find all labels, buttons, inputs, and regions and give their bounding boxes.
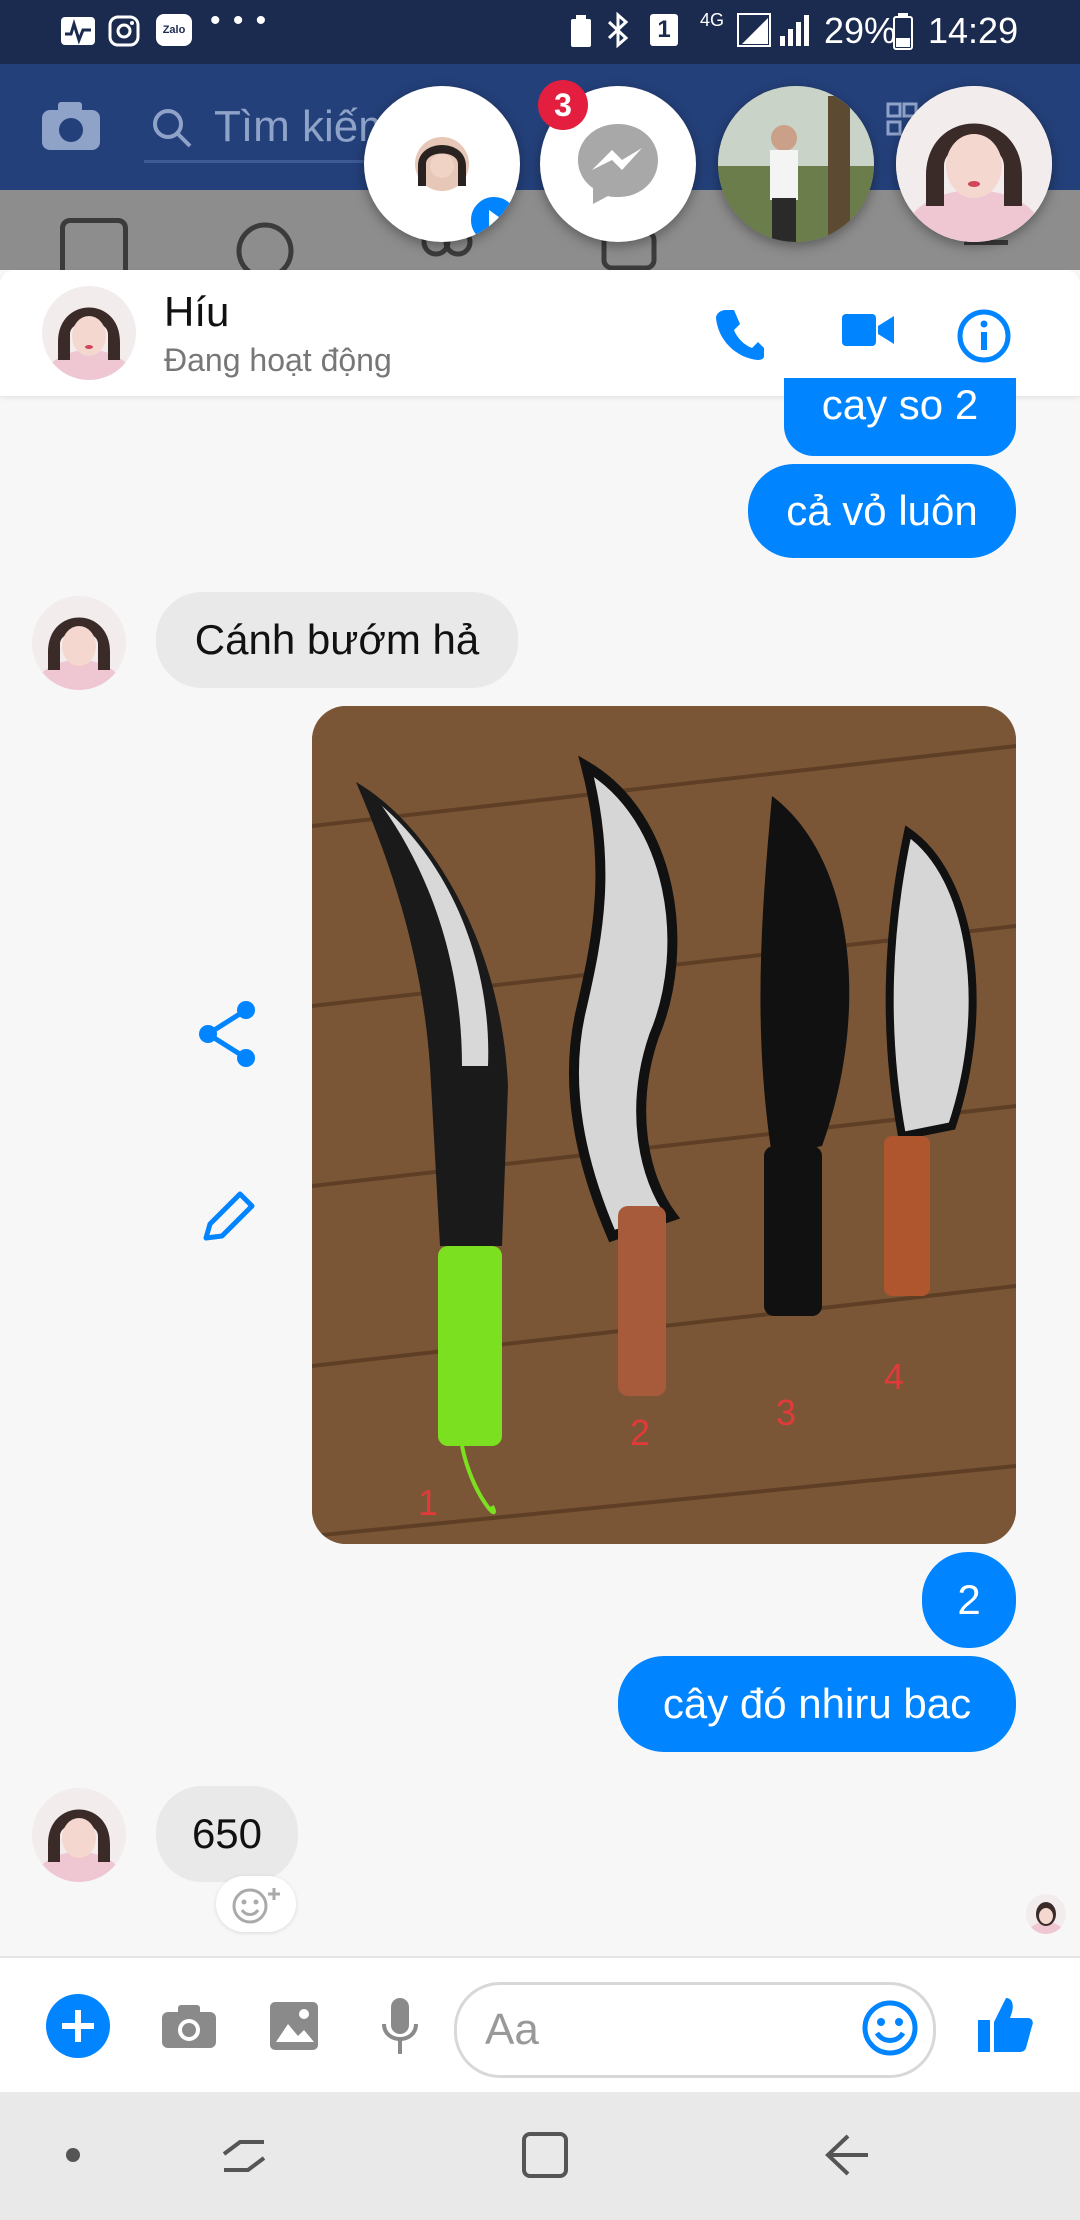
status-bar: Zalo • • • 1 4G 29% 14:29 <box>0 0 1080 64</box>
bluetooth-icon <box>607 12 629 48</box>
photo-label-4: 4 <box>884 1356 905 1397</box>
sim-icon: 1 <box>650 14 678 46</box>
message-incoming[interactable]: 650 <box>156 1786 298 1882</box>
seen-avatar <box>1026 1894 1066 1934</box>
message-outgoing[interactable]: cây đó nhiru bac <box>618 1656 1016 1752</box>
message-outgoing[interactable]: 2 <box>922 1552 1016 1648</box>
system-nav-bar <box>0 2092 1080 2220</box>
contact-name: Híu <box>164 288 230 335</box>
emoji-icon[interactable] <box>861 1999 919 2057</box>
active-status: Đang hoạt động <box>164 342 392 378</box>
share-icon[interactable] <box>196 1000 260 1068</box>
chat-head-contact[interactable] <box>718 86 874 242</box>
microphone-icon[interactable] <box>380 1996 420 2058</box>
avatar-image <box>32 596 126 690</box>
messenger-icon <box>578 124 658 204</box>
knives-photo <box>312 706 1016 1544</box>
play-icon <box>489 210 503 230</box>
photo-label-2: 2 <box>630 1412 651 1453</box>
battery-percent: 29% <box>824 10 897 51</box>
battery-icon <box>893 13 913 50</box>
info-icon[interactable] <box>956 308 1012 364</box>
message-text: cay so 2 <box>821 381 979 428</box>
play-badge <box>468 194 520 242</box>
gallery-icon[interactable] <box>268 2000 320 2052</box>
unread-count: 3 <box>554 87 572 123</box>
recents-icon[interactable] <box>220 2134 268 2178</box>
message-text: 650 <box>191 1810 263 1857</box>
contact-photo <box>718 86 874 242</box>
avatar-image <box>32 1788 126 1882</box>
more-notifications: • • • <box>210 4 269 37</box>
home-icon[interactable] <box>520 2130 570 2180</box>
hiu-photo <box>896 86 1052 242</box>
message-text: Cánh bướm hả <box>194 616 480 663</box>
chat-head-hiu[interactable] <box>896 86 1052 242</box>
add-reaction-icon <box>232 1888 280 1924</box>
sender-avatar[interactable] <box>32 596 126 690</box>
camera-icon[interactable] <box>160 2002 218 2050</box>
unread-badge: 3 <box>538 80 588 130</box>
video-call-icon[interactable] <box>842 312 894 348</box>
message-input[interactable]: Aa <box>454 1982 936 2078</box>
edit-icon[interactable] <box>196 1186 260 1250</box>
add-reaction-button[interactable] <box>216 1876 296 1932</box>
message-text: cây đó nhiru bac <box>662 1680 972 1727</box>
battery-saver-icon <box>571 15 591 47</box>
message-input-placeholder: Aa <box>485 2005 539 2054</box>
message-outgoing[interactable]: cả vỏ luôn <box>748 464 1016 558</box>
message-text: 2 <box>957 1576 981 1623</box>
composer-bar: Aa <box>0 1956 1080 2094</box>
shared-photo[interactable]: 1 2 3 4 <box>312 706 1016 1544</box>
network-type: 4G <box>700 10 725 30</box>
chat-head-story[interactable] <box>364 86 520 242</box>
avatar-image <box>42 286 136 380</box>
add-icon[interactable] <box>46 1994 110 2058</box>
contact-avatar[interactable] <box>42 286 136 380</box>
instagram-icon <box>108 15 140 47</box>
photo-label-1: 1 <box>418 1482 439 1523</box>
signal-2-icon <box>780 15 809 46</box>
sim-number: 1 <box>657 16 671 43</box>
groups-icon[interactable] <box>234 220 296 270</box>
sender-avatar[interactable] <box>32 1788 126 1882</box>
zalo-text: Zalo <box>162 24 186 36</box>
back-icon[interactable] <box>822 2132 872 2178</box>
clock: 14:29 <box>928 10 1019 51</box>
search-icon <box>153 109 192 148</box>
signal-icon <box>737 13 771 47</box>
activity-icon <box>61 17 95 45</box>
phone-icon[interactable] <box>712 306 768 362</box>
chat-head-avatar <box>415 137 469 191</box>
nav-dot-icon[interactable] <box>66 2148 80 2162</box>
message-outgoing[interactable]: cay so 2 <box>784 378 1016 456</box>
camera-icon[interactable] <box>40 100 102 152</box>
message-incoming[interactable]: Cánh bướm hả <box>156 592 518 688</box>
message-text: cả vỏ luôn <box>786 487 978 534</box>
zalo-icon: Zalo <box>156 14 192 46</box>
seen-avatar-image <box>1026 1894 1066 1934</box>
photo-label-3: 3 <box>776 1392 797 1433</box>
like-icon[interactable] <box>976 1994 1034 2054</box>
